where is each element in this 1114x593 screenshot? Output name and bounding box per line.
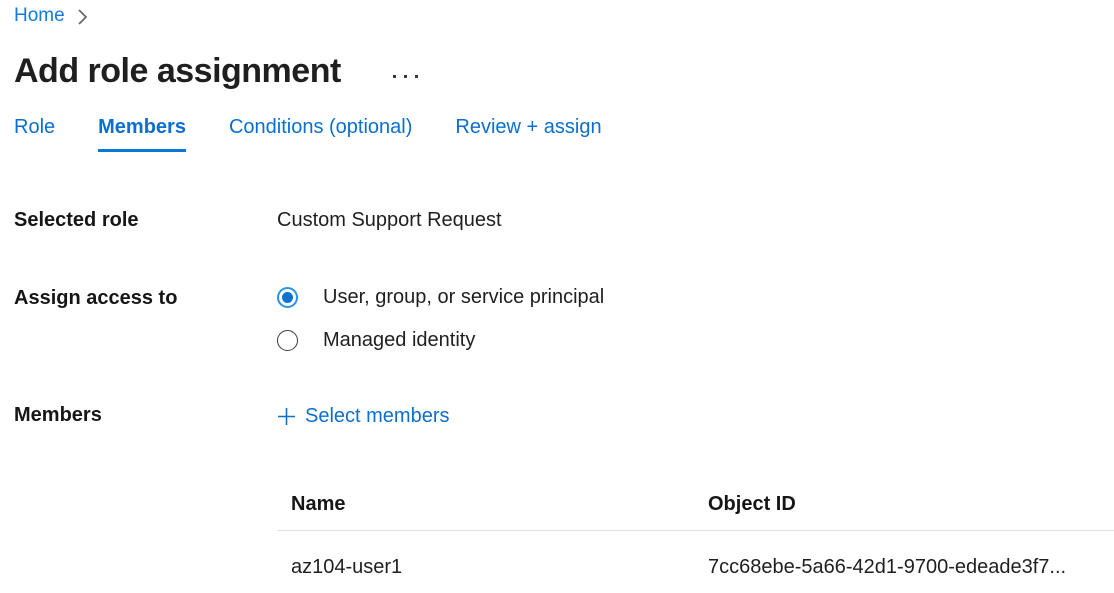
column-header-name: Name xyxy=(291,492,708,516)
members-table: Name Object ID az104-user1 7cc68ebe-5a66… xyxy=(277,492,1114,593)
members-label: Members xyxy=(14,402,277,431)
selected-role-row: Selected role Custom Support Request xyxy=(14,207,1114,233)
title-row: Add role assignment xyxy=(14,49,1114,93)
select-members-button[interactable]: Select members xyxy=(277,402,450,430)
more-options-icon[interactable] xyxy=(389,71,422,82)
table-row[interactable]: az104-user1 7cc68ebe-5a66-42d1-9700-edea… xyxy=(277,531,1114,593)
members-row: Members Select members xyxy=(14,402,1114,431)
selected-role-value: Custom Support Request xyxy=(277,207,502,233)
tab-members[interactable]: Members xyxy=(98,114,186,152)
radio-button-selected-icon xyxy=(277,287,298,308)
column-header-object-id: Object ID xyxy=(708,492,796,516)
radio-option-label: User, group, or service principal xyxy=(323,283,604,311)
selected-role-label: Selected role xyxy=(14,207,277,233)
ellipsis-dot xyxy=(393,75,396,78)
tab-conditions-optional[interactable]: Conditions (optional) xyxy=(229,114,412,152)
breadcrumb-home-link[interactable]: Home xyxy=(14,5,65,27)
assign-access-radio-group: User, group, or service principal Manage… xyxy=(277,283,604,354)
radio-option-managed-identity[interactable]: Managed identity xyxy=(277,326,604,354)
page-title: Add role assignment xyxy=(14,49,341,93)
ellipsis-dot xyxy=(404,75,407,78)
chevron-right-icon xyxy=(77,8,88,26)
member-name-cell: az104-user1 xyxy=(291,555,708,579)
add-role-assignment-page: Home Add role assignment Role Members Co… xyxy=(0,0,1114,593)
plus-icon xyxy=(277,407,296,426)
radio-option-label: Managed identity xyxy=(323,326,475,354)
member-object-id-cell: 7cc68ebe-5a66-42d1-9700-edeade3f7... xyxy=(708,555,1066,579)
radio-option-user-group-service-principal[interactable]: User, group, or service principal xyxy=(277,283,604,311)
tab-bar: Role Members Conditions (optional) Revie… xyxy=(14,114,1114,152)
tab-role[interactable]: Role xyxy=(14,114,55,152)
ellipsis-dot xyxy=(415,75,418,78)
breadcrumb: Home xyxy=(14,3,1114,29)
tab-review-assign[interactable]: Review + assign xyxy=(455,114,601,152)
select-members-label: Select members xyxy=(305,402,450,430)
assign-access-to-label: Assign access to xyxy=(14,285,277,354)
radio-dot xyxy=(282,292,293,303)
radio-button-unselected-icon xyxy=(277,330,298,351)
members-table-header: Name Object ID xyxy=(277,492,1114,531)
assign-access-to-row: Assign access to User, group, or service… xyxy=(14,285,1114,354)
